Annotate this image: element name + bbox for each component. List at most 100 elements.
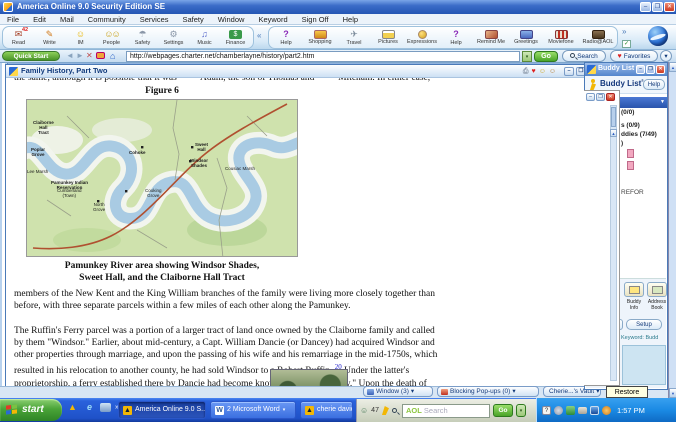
- document-titlebar[interactable]: Family History, Part Two ⎙ ♥ ☺ ☺ – ❐ ✕: [6, 65, 600, 78]
- notify-icon[interactable]: ☺: [549, 67, 556, 76]
- buddy-group-4[interactable]: ): [621, 140, 623, 147]
- print-icon[interactable]: ⎙: [523, 67, 529, 76]
- tray-printer-icon[interactable]: [578, 406, 587, 414]
- toolbar-checkbox[interactable]: ✓: [622, 40, 631, 48]
- keyword-link[interactable]: Keyword: Budd: [621, 335, 658, 341]
- menu-help[interactable]: Help: [336, 15, 365, 24]
- buddy-close-button[interactable]: ✕: [656, 65, 665, 74]
- buddy-restore-button[interactable]: ❐: [646, 65, 655, 74]
- tray-antivirus-icon[interactable]: [566, 405, 575, 415]
- chat-bubble-icon[interactable]: [96, 52, 105, 59]
- tray-help-icon[interactable]: ?: [542, 405, 551, 415]
- settings-button[interactable]: ⚙ Settings: [158, 27, 189, 48]
- menu-sign-off[interactable]: Sign Off: [295, 15, 336, 24]
- restore-button[interactable]: ❐: [652, 2, 663, 12]
- write-button[interactable]: ✎ Write: [34, 27, 65, 48]
- music-button[interactable]: ♫ Music: [189, 27, 220, 48]
- collapse-left-chevron[interactable]: «: [257, 31, 261, 40]
- quick-start-button[interactable]: Quick Start: [2, 51, 60, 61]
- expressions-button[interactable]: Expressions: [405, 27, 439, 48]
- buddy-help-button[interactable]: Help: [643, 79, 665, 90]
- task-aol[interactable]: ▲ America Online 9.0 S...: [118, 401, 206, 419]
- task-word[interactable]: W 2 Microsoft Word ▾: [210, 401, 296, 419]
- deskbar-go-button[interactable]: Go: [492, 404, 513, 417]
- tray-update-icon[interactable]: [602, 405, 611, 415]
- buddy-info-button[interactable]: [624, 282, 644, 297]
- deskbar-go-dropdown[interactable]: ▾: [515, 404, 526, 417]
- go-button[interactable]: Go: [534, 51, 558, 62]
- buddy-icon[interactable]: ☺: [539, 67, 546, 76]
- remind-me-button[interactable]: Remind Me: [473, 27, 509, 48]
- home-icon[interactable]: ⌂: [110, 51, 115, 61]
- popup-blocker-button[interactable]: Blocking Pop-ups (0) ▾: [437, 386, 539, 397]
- restored-mini-window[interactable]: – ❐ ✕ ▲: [584, 90, 620, 386]
- travel-button[interactable]: ✈ Travel: [337, 27, 371, 48]
- workspace-scrollbar[interactable]: ▲ ▼: [668, 62, 676, 398]
- help-button[interactable]: ? Help: [269, 27, 303, 48]
- url-input[interactable]: http://webpages.charter.net/chamberlayne…: [126, 51, 520, 62]
- deskbar-running-man-icon[interactable]: [381, 406, 389, 415]
- search-button[interactable]: Search: [562, 50, 606, 62]
- buddy-minimize-button[interactable]: –: [636, 65, 645, 74]
- buddy-group-1[interactable]: (0/0): [621, 109, 634, 116]
- tray-aol-icon[interactable]: [554, 405, 563, 415]
- menu-community[interactable]: Community: [81, 15, 133, 24]
- people-button[interactable]: ☺☺ People: [96, 27, 127, 48]
- money-icon: $: [229, 30, 242, 39]
- buddy-group-3[interactable]: ddies (7/49): [621, 131, 657, 138]
- aol-search-input[interactable]: AOL Search: [401, 403, 490, 418]
- favorite-heart-icon[interactable]: ♥: [532, 67, 536, 76]
- moviefone-button[interactable]: Moviefone: [543, 27, 579, 48]
- expand-right-chevron[interactable]: »: [622, 27, 626, 36]
- buddy-titlebar[interactable]: Buddy List – ❐ ✕: [585, 63, 667, 76]
- mini-scroll-thumb[interactable]: [611, 107, 616, 127]
- url-dropdown[interactable]: ▾: [522, 51, 532, 62]
- buddy-group-2[interactable]: s (0/9): [621, 122, 640, 129]
- favorites-button[interactable]: ♥ Favorites: [610, 50, 658, 62]
- menu-file[interactable]: File: [0, 15, 26, 24]
- mini-scroll-up-icon[interactable]: ▲: [610, 129, 617, 137]
- greetings-button[interactable]: Greetings: [509, 27, 543, 48]
- show-desktop-icon[interactable]: [100, 403, 111, 412]
- forward-icon[interactable]: ►: [76, 51, 84, 61]
- window-menu-button[interactable]: Window (3) ▾: [363, 386, 433, 397]
- menu-edit[interactable]: Edit: [26, 15, 53, 24]
- read-button[interactable]: ✉ 42 Read: [3, 27, 34, 48]
- shopping-button[interactable]: Shopping: [303, 27, 337, 48]
- finance-button[interactable]: $ Finance: [220, 27, 251, 48]
- aol-quicklaunch-icon[interactable]: ▲: [66, 401, 79, 414]
- mini-restore-button[interactable]: ❐: [596, 93, 605, 101]
- mini-scrollbar[interactable]: [610, 105, 617, 381]
- back-icon[interactable]: ◄: [66, 51, 74, 61]
- favorites-dropdown[interactable]: ▾: [660, 50, 672, 62]
- deskbar-magnifier-icon[interactable]: [391, 408, 397, 413]
- im-button[interactable]: ☺ IM: [65, 27, 96, 48]
- buddies-online-icon[interactable]: ☺: [360, 406, 368, 415]
- menu-window[interactable]: Window: [211, 15, 252, 24]
- mini-minimize-button[interactable]: –: [586, 93, 595, 101]
- task-buddy-list[interactable]: ▲ cherie david buddy ja...: [300, 401, 353, 419]
- start-button[interactable]: start: [0, 399, 62, 421]
- help-button-2[interactable]: ? Help: [439, 27, 473, 48]
- ie-icon[interactable]: e: [83, 401, 96, 414]
- safety-button[interactable]: ☂ Safety: [127, 27, 158, 48]
- tray-network-icon[interactable]: [590, 405, 599, 415]
- stop-icon[interactable]: ✕: [86, 51, 93, 61]
- doc-minimize-button[interactable]: –: [564, 67, 574, 76]
- pictures-button[interactable]: Pictures: [371, 27, 405, 48]
- menu-services[interactable]: Services: [133, 15, 176, 24]
- minimize-button[interactable]: –: [640, 2, 651, 12]
- menu-safety[interactable]: Safety: [176, 15, 211, 24]
- buddy-group-dropdown[interactable]: ▼: [617, 97, 667, 108]
- workspace-scroll-up-icon[interactable]: ▲: [669, 62, 676, 72]
- app-title: America Online 9.0 Security Edition SE: [17, 2, 166, 11]
- menu-mail[interactable]: Mail: [53, 15, 81, 24]
- setup-button[interactable]: Setup: [626, 319, 662, 330]
- buddy-name-fragment[interactable]: REFOR: [621, 189, 644, 196]
- address-book-button[interactable]: [647, 282, 667, 297]
- menu-keyword[interactable]: Keyword: [251, 15, 294, 24]
- close-button[interactable]: ✕: [664, 2, 675, 12]
- mini-close-button[interactable]: ✕: [606, 93, 615, 101]
- workspace-scroll-down-icon[interactable]: ▼: [669, 388, 676, 398]
- radio-aol-button[interactable]: Radio@AOL: [579, 27, 617, 48]
